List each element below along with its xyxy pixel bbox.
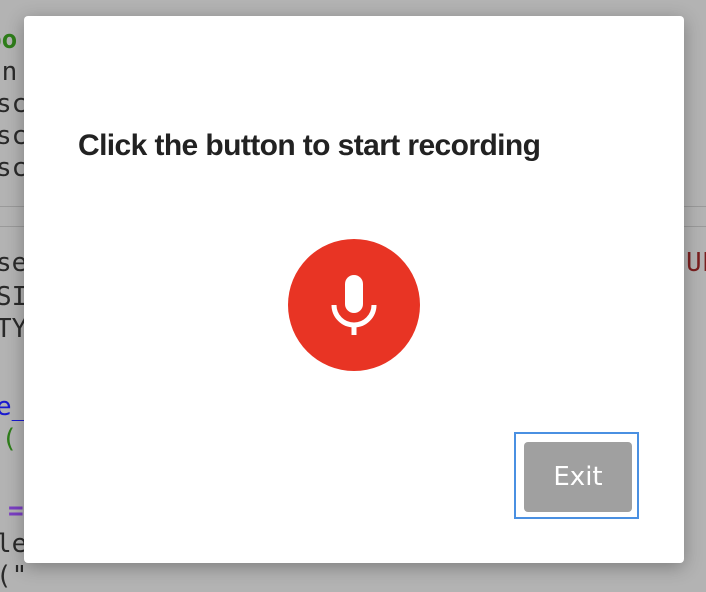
microphone-icon (331, 275, 377, 335)
code-fragment: UF (686, 248, 706, 278)
code-fragment: n( (0, 424, 18, 454)
dialog-title: Click the button to start recording (78, 129, 541, 162)
code-fragment: on (0, 57, 18, 87)
code-fragment: (" (0, 561, 28, 591)
record-button[interactable] (288, 239, 420, 371)
recording-dialog: Click the button to start recording Exit (24, 16, 684, 563)
code-fragment: po (0, 25, 18, 55)
exit-button[interactable]: Exit (524, 442, 632, 512)
code-fragment: = (8, 496, 24, 526)
